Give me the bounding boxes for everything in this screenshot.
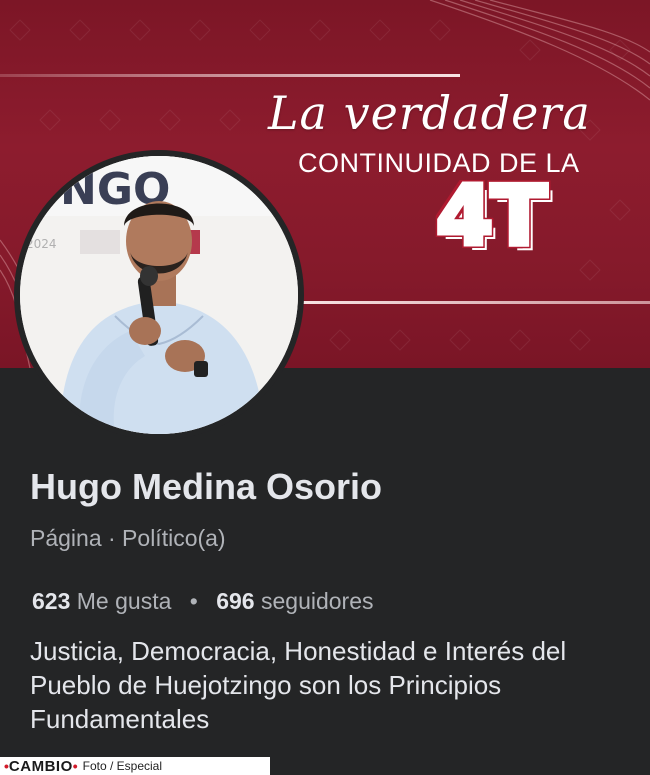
likes-label[interactable]: Me gusta bbox=[77, 588, 172, 614]
cover-script-title: La verdadera bbox=[268, 86, 591, 140]
page-category: Página · Político(a) bbox=[30, 525, 226, 551]
followers-count[interactable]: 696 bbox=[216, 588, 254, 614]
followers-label[interactable]: seguidores bbox=[261, 588, 374, 614]
photo-credit-text: Foto / Especial bbox=[82, 759, 163, 773]
page-name[interactable]: Hugo Medina Osorio bbox=[30, 466, 382, 508]
credit-dot-right: • bbox=[72, 758, 78, 774]
page-stats: 623 Me gusta • 696 seguidores bbox=[32, 588, 374, 615]
cover-divider-top bbox=[0, 74, 460, 77]
profile-picture-frame[interactable]: NGO 2024 bbox=[14, 150, 304, 440]
cover-divider-bottom bbox=[290, 301, 650, 304]
cover-4t-logo: 4T bbox=[434, 169, 550, 264]
stats-separator: • bbox=[189, 588, 198, 614]
avatar[interactable]: NGO 2024 bbox=[20, 156, 298, 434]
photo-credit-bar: • CAMBIO • Foto / Especial bbox=[0, 757, 270, 775]
likes-count[interactable]: 623 bbox=[32, 588, 70, 614]
page-bio: Justicia, Democracia, Honestidad e Inter… bbox=[30, 636, 567, 734]
avatar-year-text: 2024 bbox=[26, 237, 57, 251]
avatar-photo: NGO 2024 bbox=[20, 156, 298, 434]
cambio-logo: CAMBIO bbox=[8, 757, 73, 775]
